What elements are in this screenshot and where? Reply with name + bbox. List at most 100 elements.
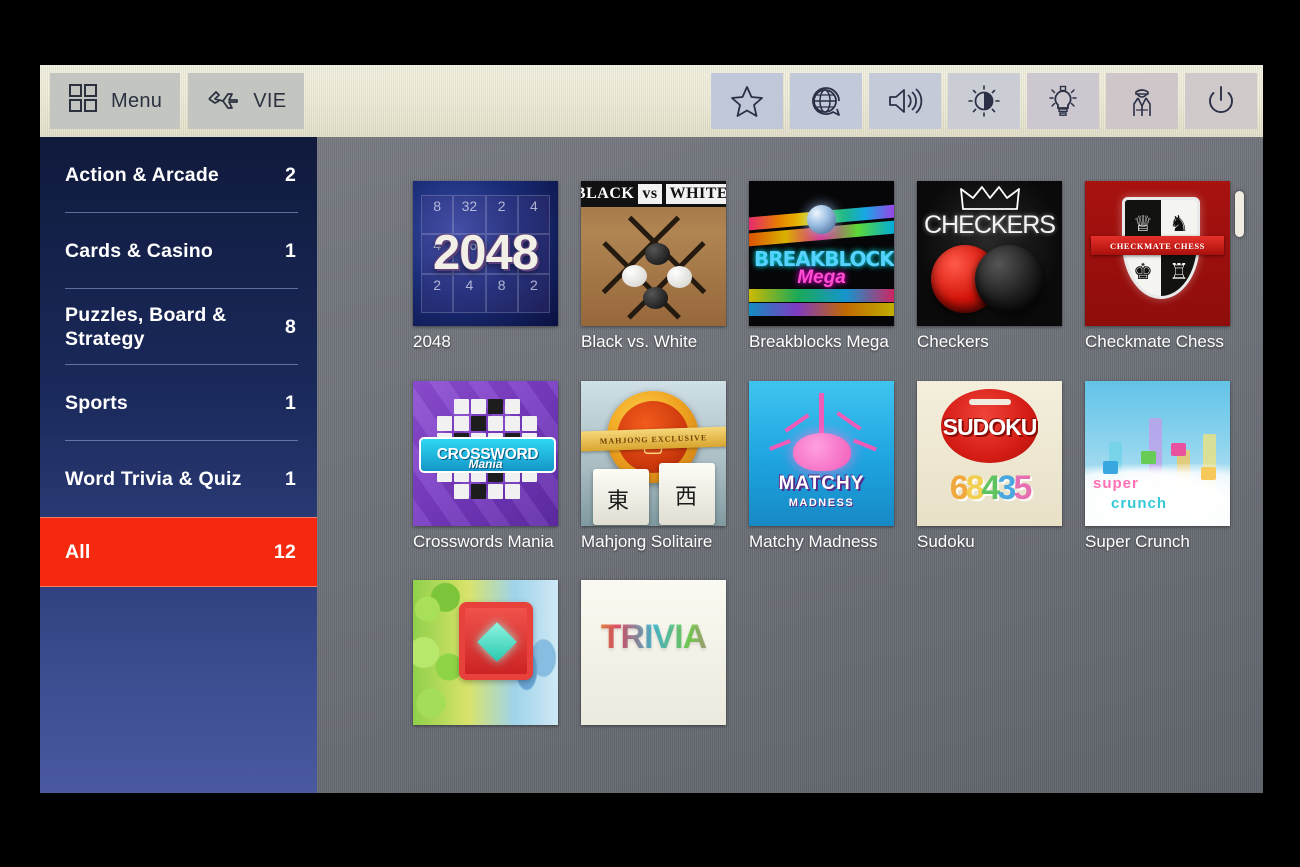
flight-info-button-label: VIE (253, 89, 287, 112)
game-artwork-crosswords-mania: CROSSWORD Mania (413, 380, 558, 526)
game-tile-checkmate-chess[interactable]: ♕ ♞ ♚ ♖ CHECKMATE CHESS Checkmate Chess (1085, 181, 1230, 352)
sidebar-item-count: 1 (284, 467, 296, 490)
game-tile-label: 2048 (413, 332, 451, 351)
game-tile-row3-trivia[interactable]: TRIVIA (581, 580, 726, 732)
game-tile-label: Sudoku (917, 531, 975, 551)
game-tile-crosswords-mania[interactable]: CROSSWORD Mania Crosswords Mania (413, 380, 558, 552)
sidebar-item-sports[interactable]: Sports 1 (40, 365, 317, 441)
toolbar-right-group (711, 73, 1257, 129)
game-artwork-mahjong-solitaire: ▢ 東 西 MAHJONG EXCLUSIVE (581, 380, 726, 526)
art-line-2: MADNESS (788, 496, 855, 509)
grid-menu-icon (68, 83, 98, 119)
art-word-2: WHITE (665, 184, 726, 204)
brightness-icon (967, 84, 1001, 118)
game-artwork-2048: 8 32 2 4 4 16 32 8 2 4 8 2 2048 (413, 181, 558, 326)
game-tile-breakblocks-mega[interactable]: BREAKBLOCKS Mega Breakblocks Mega (749, 181, 894, 352)
favorites-button[interactable] (711, 73, 783, 129)
ife-screen: Menu VIE Action & Arcade 2 Cards & Casin… (40, 65, 1263, 793)
game-tile-super-crunch[interactable]: super crunch Super Crunch (1085, 380, 1230, 552)
sidebar-item-label: Word Trivia & Quiz (65, 467, 242, 490)
brightness-button[interactable] (948, 73, 1020, 129)
art-ribbon: MAHJONG EXCLUSIVE (581, 426, 726, 452)
globe-chat-icon (809, 85, 843, 118)
device-bezel: Menu VIE Action & Arcade 2 Cards & Casin… (0, 0, 1300, 867)
grid-scrollbar[interactable] (1235, 137, 1244, 793)
chess-king-icon: ♚ (1125, 248, 1161, 296)
art-line-2: Mania (468, 456, 503, 471)
games-grid: 8 32 2 4 4 16 32 8 2 4 8 2 2048 2048 LAC… (317, 137, 1263, 732)
sidebar-item-label: Cards & Casino (65, 239, 214, 262)
sidebar-item-label: Puzzles, Board & Strategy (65, 303, 227, 350)
game-tile-checkers[interactable]: CHECKERS Checkers (917, 181, 1062, 352)
game-tile-sudoku[interactable]: SUDOKU 68435 Sudoku (917, 380, 1062, 552)
lightbulb-icon (1048, 85, 1078, 118)
game-tile-2048[interactable]: 8 32 2 4 4 16 32 8 2 4 8 2 2048 2048 (413, 181, 558, 352)
game-tile-label: Breakblocks Mega (749, 332, 889, 351)
reading-light-button[interactable] (1027, 73, 1099, 129)
menu-button[interactable]: Menu (50, 73, 181, 129)
game-artwork-row3-trivia: TRIVIA (581, 580, 726, 726)
games-grid-panel: 8 32 2 4 4 16 32 8 2 4 8 2 2048 2048 LAC… (317, 137, 1263, 793)
sidebar-item-label: Action & Arcade (65, 163, 219, 186)
game-artwork-breakblocks-mega: BREAKBLOCKS Mega (749, 181, 894, 326)
art-number: 4 (981, 468, 1001, 507)
art-headline: SUDOKU (942, 413, 1038, 440)
art-glyph-1: 東 (607, 488, 630, 514)
sidebar-item-action-arcade[interactable]: Action & Arcade 2 (40, 137, 317, 213)
game-artwork-checkers: CHECKERS (917, 181, 1062, 326)
category-sidebar: Action & Arcade 2 Cards & Casino 1 Puzzl… (40, 137, 317, 793)
game-tile-label: Mahjong Solitaire (581, 531, 713, 551)
game-tile-label: Checkers (917, 332, 989, 351)
toolbar-left-group: Menu VIE (50, 73, 305, 129)
top-toolbar: Menu VIE (40, 65, 1263, 138)
sidebar-item-label: All (65, 540, 91, 563)
art-number: 8 (965, 468, 985, 507)
art-line-1: super (1093, 474, 1139, 492)
art-line-2: crunch (1111, 494, 1168, 512)
game-artwork-checkmate-chess: ♕ ♞ ♚ ♖ CHECKMATE CHESS (1085, 181, 1230, 326)
game-artwork-super-crunch: super crunch (1085, 380, 1230, 526)
game-tile-label: Super Crunch (1085, 531, 1190, 551)
sidebar-item-label: Sports (65, 391, 128, 414)
power-icon (1205, 85, 1237, 118)
game-tile-label: Black vs. White (581, 332, 698, 351)
sidebar-item-word-trivia-quiz[interactable]: Word Trivia & Quiz 1 (40, 441, 317, 517)
game-tile-label: Matchy Madness (749, 531, 878, 551)
game-tile-row3-left[interactable] (413, 580, 558, 732)
sidebar-item-all[interactable]: All 12 (40, 517, 317, 587)
flight-info-button[interactable]: VIE (188, 73, 305, 129)
star-icon (730, 85, 764, 118)
art-line-1: MATCHY (778, 472, 865, 494)
airplane-icon (206, 85, 240, 117)
art-glyph-2: 西 (675, 484, 698, 510)
game-tile-matchy-madness[interactable]: MATCHY MADNESS Matchy Madness (749, 380, 894, 552)
language-button[interactable] (790, 73, 862, 129)
volume-button[interactable] (869, 73, 941, 129)
sidebar-item-cards-casino[interactable]: Cards & Casino 1 (40, 213, 317, 289)
art-separator: vs (638, 184, 662, 204)
game-tile-black-vs-white[interactable]: BLACK vs WHITE Black vs. White (581, 181, 726, 352)
game-artwork-black-vs-white: BLACK vs WHITE (581, 181, 726, 326)
art-headline: TRIVIA (581, 618, 726, 657)
sidebar-item-count: 1 (284, 239, 296, 262)
art-headline: 2048 (432, 226, 539, 280)
speaker-icon (887, 86, 923, 116)
call-crew-button[interactable] (1106, 73, 1178, 129)
game-tile-mahjong-solitaire[interactable]: ▢ 東 西 MAHJONG EXCLUSIVE Mahjong Solitair… (581, 380, 726, 552)
art-headline: CHECKERS (924, 211, 1056, 239)
art-line-2: Mega (797, 267, 846, 288)
sidebar-item-count: 8 (284, 315, 296, 338)
grid-scrollbar-thumb[interactable] (1235, 191, 1244, 237)
game-artwork-sudoku: SUDOKU 68435 (917, 380, 1062, 526)
sidebar-item-count: 1 (284, 391, 296, 414)
art-number: 5 (1013, 468, 1032, 507)
game-artwork-row3-left (413, 580, 558, 726)
game-tile-label: Crosswords Mania (413, 531, 554, 551)
power-button[interactable] (1185, 73, 1257, 129)
sidebar-item-puzzles-board-strategy[interactable]: Puzzles, Board & Strategy 8 (40, 289, 317, 365)
flight-attendant-icon (1127, 84, 1157, 118)
art-ribbon: CHECKMATE CHESS (1091, 236, 1224, 255)
art-number: 6 (949, 468, 969, 507)
art-word-1: BLACK (581, 185, 635, 202)
sidebar-item-count: 2 (284, 163, 296, 186)
